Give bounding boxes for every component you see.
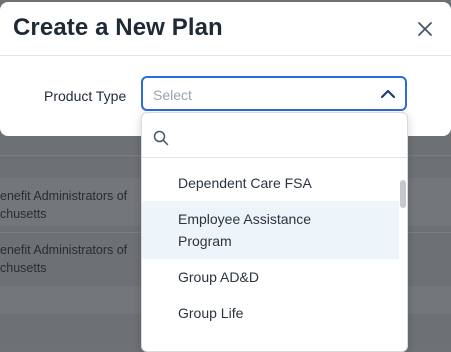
product-type-label: Product Type (44, 88, 127, 104)
option-label: Group AD&D (178, 269, 259, 285)
product-type-select[interactable]: Select (141, 76, 407, 111)
option-dependent-care-fsa[interactable]: Dependent Care FSA (142, 172, 399, 194)
close-button[interactable] (414, 18, 436, 40)
option-group-life[interactable]: Group Life (142, 302, 399, 324)
search-icon (153, 130, 169, 146)
modal-title: Create a New Plan (13, 14, 223, 41)
background-row-text: enefit Administrators of chusetts (0, 243, 128, 275)
option-label: Dependent Care FSA (178, 175, 312, 191)
dropdown-scrollbar[interactable] (399, 158, 407, 351)
select-placeholder: Select (153, 87, 192, 103)
option-label: Employee Assistance Program (178, 211, 312, 249)
option-group-add[interactable]: Group AD&D (142, 266, 399, 288)
product-type-dropdown: Dependent Care FSA Employee Assistance P… (141, 112, 408, 352)
dropdown-search[interactable] (142, 113, 407, 158)
close-icon (418, 22, 432, 36)
modal-header: Create a New Plan (0, 2, 451, 56)
background-row-text: enefit Administrators of chusetts (0, 189, 128, 221)
option-employee-assistance-program[interactable]: Employee Assistance Program (142, 201, 399, 259)
scrollbar-thumb[interactable] (400, 180, 406, 208)
chevron-up-icon (380, 89, 396, 99)
option-label: Group Life (178, 305, 244, 321)
